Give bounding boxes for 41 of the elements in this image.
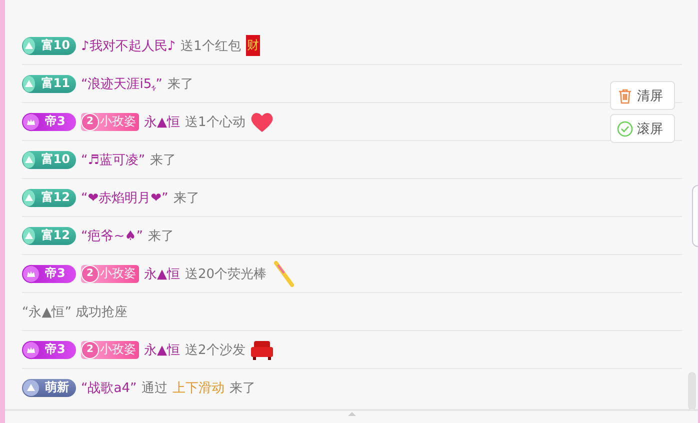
user-name: 永▲恒 <box>144 342 180 358</box>
trash-icon <box>617 88 633 104</box>
gift-text: 送20个荧光棒 <box>185 266 267 282</box>
level-badge: 富12 <box>22 188 76 206</box>
level-badge: 帝3 <box>22 112 76 130</box>
level-badge: 萌新 <box>22 378 76 396</box>
notice-text: “永▲恒” 成功抢座 <box>22 304 128 320</box>
level-badge: 富10 <box>22 36 76 54</box>
gift-text: 送1个红包 <box>180 38 241 54</box>
gift-text: 送2个沙发 <box>185 342 246 358</box>
via-text: 通过 <box>142 380 168 396</box>
caret-up-icon[interactable] <box>346 411 358 417</box>
scroll-screen-button[interactable]: 滚屏 <box>610 114 675 143</box>
user-name: ♪我对不起人民♪ <box>81 38 176 54</box>
enter-text: 来了 <box>167 76 194 92</box>
gift-envelope-icon: 财 <box>246 35 260 56</box>
fan-badge: 2 小孜姿 <box>81 340 139 358</box>
level-badge: 富12 <box>22 226 76 244</box>
level-badge: 富11 <box>22 74 76 92</box>
user-name: 永▲恒 <box>144 114 180 130</box>
level-badge: 帝3 <box>22 340 76 358</box>
user-name: “战歌a4” <box>81 380 137 396</box>
gift-text: 送1个心动 <box>185 114 246 130</box>
sofa-icon <box>250 338 274 360</box>
enter-text: 来了 <box>148 228 174 244</box>
fan-badge: 2 小孜姿 <box>81 264 139 282</box>
clear-screen-button[interactable]: 清屏 <box>610 81 675 110</box>
enter-text: 来了 <box>230 380 256 396</box>
user-name: “浪迹天涯i5ﮩ” <box>81 76 162 92</box>
enter-text: 来了 <box>173 190 200 206</box>
user-name: “♬蓝可凌” <box>81 152 146 168</box>
fan-badge: 2 小孜姿 <box>81 112 139 130</box>
level-badge: 富10 <box>22 150 76 168</box>
user-name: 永▲恒 <box>144 266 180 282</box>
heart-icon <box>250 110 274 132</box>
check-circle-icon <box>617 120 633 136</box>
glow-stick-icon <box>272 260 296 286</box>
user-name: “❤赤焰明月❤” <box>81 190 168 206</box>
user-name: “疤爷~♠” <box>81 228 144 244</box>
enter-text: 来了 <box>150 152 176 168</box>
level-badge: 帝3 <box>22 264 76 282</box>
